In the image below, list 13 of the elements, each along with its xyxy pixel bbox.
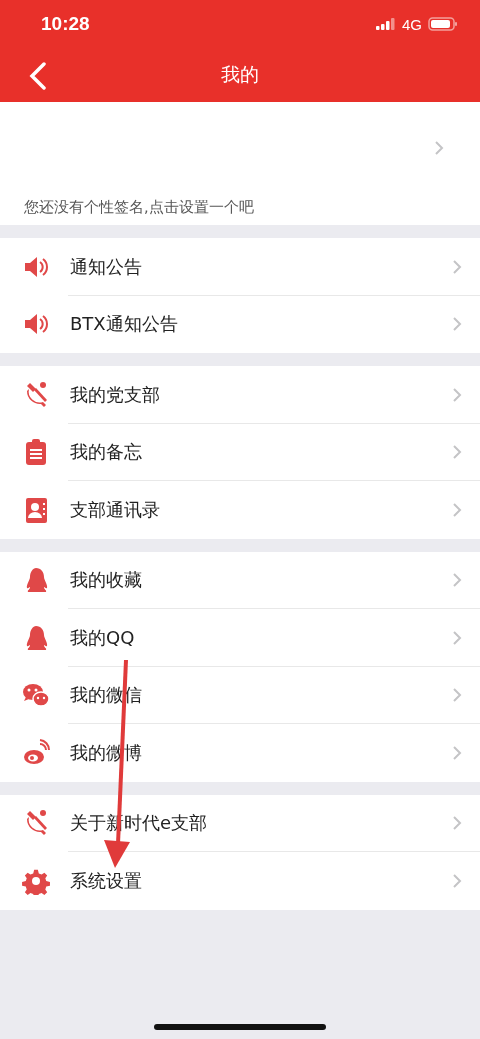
menu-item[interactable]: 系统设置 (0, 852, 480, 910)
menu-item[interactable]: BTX通知公告 (0, 295, 480, 353)
menu-item[interactable]: 我的收藏 (0, 551, 480, 609)
menu-item[interactable]: 支部通讯录 (0, 481, 480, 539)
signature-text[interactable]: 您还没有个性签名,点击设置一个吧 (24, 198, 480, 217)
menu-item[interactable]: 我的QQ (0, 609, 480, 667)
status-time: 10:28 (41, 13, 90, 35)
page-title: 我的 (221, 62, 259, 87)
menu-item[interactable]: 通知公告 (0, 238, 480, 296)
menu-item[interactable]: 我的微信 (0, 666, 480, 724)
menu-item[interactable]: 我的党支部 (0, 366, 480, 424)
network-type: 4G (402, 15, 422, 33)
menu-item[interactable]: 我的备忘 (0, 423, 480, 481)
